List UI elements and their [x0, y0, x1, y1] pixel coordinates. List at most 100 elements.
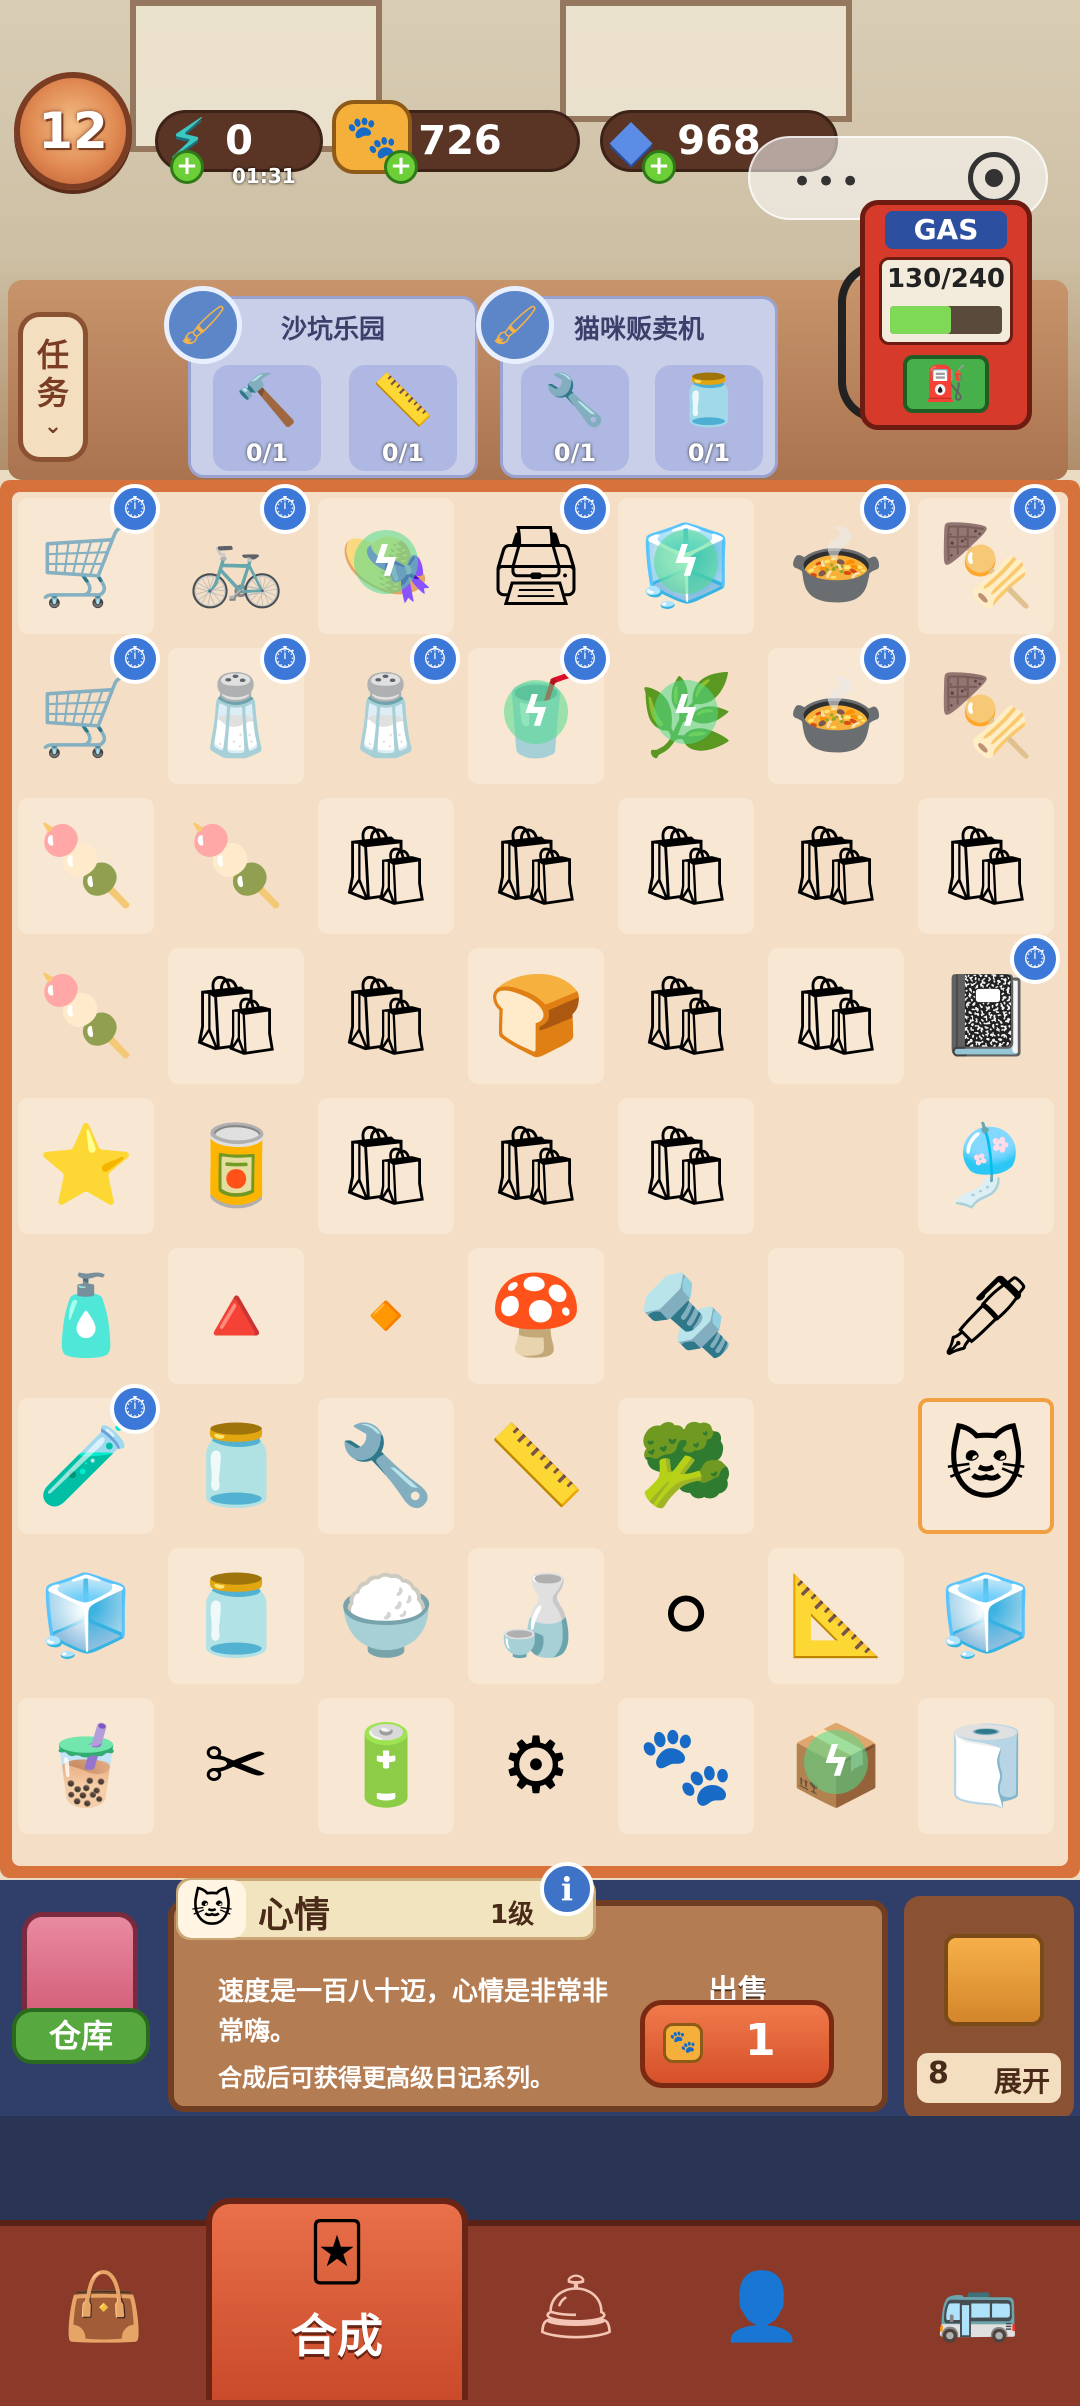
board-cell[interactable]: 🧂 ⏱ [318, 634, 460, 784]
gas-pump[interactable]: GAS 130/240 ⛽ [860, 200, 1032, 430]
scissors-icon: ✂ [203, 1721, 269, 1811]
board-cell[interactable]: 🍡 [168, 798, 304, 934]
board-cell[interactable]: 🔩 [618, 1248, 754, 1384]
board-cell[interactable]: 🔺 [168, 1248, 304, 1384]
board-cell[interactable]: 🛍 [318, 948, 454, 1084]
board-cell[interactable]: 🖨 ⏱ [468, 484, 610, 634]
board-cell[interactable]: 🧊 [18, 1548, 154, 1684]
board-cell[interactable]: 📐 [768, 1548, 904, 1684]
board-cell[interactable]: 🛒 ⏱ [18, 634, 160, 784]
bus-icon[interactable]: 🚌 [888, 2232, 1068, 2382]
board-cell[interactable]: 🥦 [618, 1398, 754, 1534]
stopwatch-icon: ⏱ [110, 1384, 160, 1434]
board-cell[interactable]: 🚲 ⏱ [168, 484, 310, 634]
board-cell[interactable]: 🐱 [918, 1398, 1054, 1534]
add-gems-button[interactable]: + [642, 150, 676, 184]
board-cell[interactable]: 🍄 [468, 1248, 604, 1384]
board-cell[interactable]: 🫙 [168, 1548, 304, 1684]
board-cell[interactable]: 🔋 [318, 1698, 454, 1834]
board-cell[interactable]: 👒ϟ [318, 498, 454, 634]
task-button[interactable]: 任 务 ⌄ [18, 312, 88, 462]
board-cell[interactable]: 🌿ϟ [618, 648, 754, 784]
skewer-cards-icon: 🍡 [37, 971, 135, 1061]
board-cell[interactable]: 🧴 [18, 1248, 154, 1384]
gas-screen: 130/240 [879, 257, 1013, 345]
board-cell[interactable]: 🧂 ⏱ [168, 634, 310, 784]
more-menu-icon[interactable]: ••• [792, 162, 864, 202]
board-cell[interactable]: ⭐ [18, 1098, 154, 1234]
expand-count: 8 [928, 2056, 949, 2091]
board-cell[interactable]: 🍢 ⏱ [918, 484, 1060, 634]
board-cell[interactable]: 📓 ⏱ [918, 934, 1060, 1084]
board-cell[interactable]: ✂ [168, 1698, 304, 1834]
board-cell[interactable]: 🛍 [468, 798, 604, 934]
board-cell[interactable]: 🧊ϟ [618, 498, 754, 634]
board-cell[interactable]: 🍲 ⏱ [768, 634, 910, 784]
board-cell[interactable] [768, 1398, 904, 1534]
board-cell[interactable]: 🍢 ⏱ [918, 634, 1060, 784]
board-cell[interactable]: 🛍 [468, 1098, 604, 1234]
add-energy-button[interactable]: + [170, 150, 204, 184]
add-coins-button[interactable]: + [384, 150, 418, 184]
board-cell[interactable]: 🍡 [18, 948, 154, 1084]
board-cell[interactable]: 🛍 [318, 798, 454, 934]
board-cell[interactable]: 🍶 [468, 1548, 604, 1684]
board-cell[interactable] [768, 1098, 904, 1234]
board-cell[interactable]: 🍚 [318, 1548, 454, 1684]
profile-icon[interactable]: 👤 [672, 2232, 852, 2382]
board-cell[interactable]: 🔧 [318, 1398, 454, 1534]
board-cell[interactable]: 📏 [468, 1398, 604, 1534]
quest-requirement[interactable]: 🔨 0/1 [213, 365, 321, 471]
board-cell[interactable]: 📦ϟ [768, 1698, 904, 1834]
ink-bottle-icon: 🧪 [37, 1421, 135, 1511]
board-cell[interactable]: 🧊 [918, 1548, 1054, 1684]
shop-bag-icon[interactable]: 👜 [14, 2232, 194, 2382]
board-cell[interactable]: 🐾 [618, 1698, 754, 1834]
delivery-bike-icon: 🚲 [187, 521, 285, 611]
board-cell[interactable]: 🛍 [768, 948, 904, 1084]
quest-requirement[interactable]: 🫙 0/1 [655, 365, 763, 471]
expand-button[interactable]: 8 展开 [904, 1896, 1074, 2120]
board-cell[interactable]: 🖋 [918, 1248, 1054, 1384]
sauce-bottle-icon: 🧴 [37, 1271, 135, 1361]
board-cell[interactable]: 🛍 [318, 1098, 454, 1234]
board-cell[interactable]: 🔸 [318, 1248, 454, 1384]
board-cell[interactable]: 🧻 [918, 1698, 1054, 1834]
quest-requirement[interactable]: 📏 0/1 [349, 365, 457, 471]
paper-bag-icon: 🛍 [936, 821, 1036, 911]
warehouse-button[interactable]: 仓库 [12, 1912, 150, 2068]
sell-button[interactable]: 🐾 1 [640, 2000, 834, 2088]
player-level-badge[interactable]: 12 [14, 72, 132, 190]
close-mini-program-icon[interactable] [968, 152, 1020, 204]
gas-can-icon[interactable]: ⛽ [903, 355, 989, 413]
board-cell[interactable]: 🛍 [768, 798, 904, 934]
board-cell[interactable]: 🎐 [918, 1098, 1054, 1234]
board-cell[interactable]: 🍡 [18, 798, 154, 934]
board-cell[interactable]: 🛍 [918, 798, 1054, 934]
stopwatch-icon: ⏱ [860, 634, 910, 684]
board-cell[interactable]: 🧋 [18, 1698, 154, 1834]
gas-progress-fill [890, 306, 951, 334]
tab-merge[interactable]: 🃏 合成 [206, 2198, 468, 2400]
gem-shard-icon: 🔺 [187, 1271, 285, 1361]
board-cell[interactable]: ⚪ [618, 1548, 754, 1684]
board-cell[interactable]: 🧪 ⏱ [18, 1384, 160, 1534]
board-cell[interactable]: 🍞 [468, 948, 604, 1084]
board-cell[interactable]: 🛍 [618, 948, 754, 1084]
board-cell[interactable]: 🛒 ⏱ [18, 484, 160, 634]
quest-requirement[interactable]: 🔧 0/1 [521, 365, 629, 471]
board-cell[interactable]: 🛍 [618, 1098, 754, 1234]
service-bell-icon[interactable]: 🛎 [486, 2232, 666, 2382]
board-cell[interactable]: 🥤ϟ⏱ [468, 634, 610, 784]
paw-coin-icon: 🐾 [663, 2023, 703, 2063]
board-cell[interactable]: 🛍 [168, 948, 304, 1084]
paper-bag-icon: 🛍 [786, 971, 886, 1061]
board-cell[interactable] [768, 1248, 904, 1384]
info-icon[interactable]: i [540, 1862, 594, 1916]
board-cell[interactable]: 🥫 [168, 1098, 304, 1234]
board-cell[interactable]: 🛍 [618, 798, 754, 934]
board-cell[interactable]: 🫙 [168, 1398, 304, 1534]
board-cell[interactable]: ⚙ [468, 1698, 604, 1834]
board-cell[interactable]: 🍲 ⏱ [768, 484, 910, 634]
task-label: 任 [36, 336, 69, 374]
